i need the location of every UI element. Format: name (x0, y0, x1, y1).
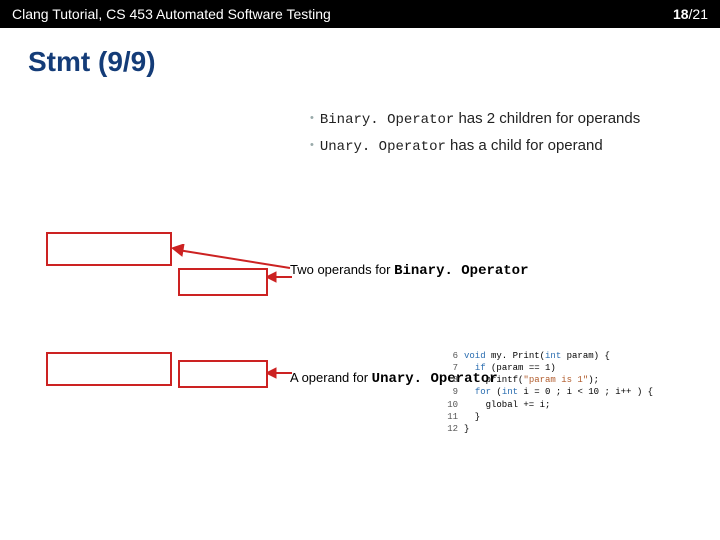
arrow-icon (266, 270, 294, 284)
code-line: 6void my. Print(int param) { (440, 350, 653, 362)
code-line: 10 global += i; (440, 399, 653, 411)
label-two-operands: Two operands for Binary. Operator (290, 262, 528, 279)
header-page-total: /21 (689, 6, 708, 22)
header-title: Clang Tutorial, CS 453 Automated Softwar… (12, 6, 673, 22)
label-two-b: Binary. Operator (394, 263, 528, 279)
bullet-2-class: Unary. Operator (320, 139, 446, 155)
arrow-icon (172, 244, 292, 272)
bullet-1-class: Binary. Operator (320, 112, 454, 128)
bullet-1: • Binary. Operator has 2 children for op… (310, 108, 720, 131)
code-line: 7 if (param == 1) (440, 362, 653, 374)
slide-header: Clang Tutorial, CS 453 Automated Softwar… (0, 0, 720, 28)
bullet-dot-icon: • (310, 112, 314, 124)
code-block: 6void my. Print(int param) { 7 if (param… (440, 350, 653, 435)
code-line: 8 printf("param is 1"); (440, 374, 653, 386)
highlight-box (46, 232, 172, 266)
highlight-box (178, 268, 268, 296)
bullet-dot-icon: • (310, 139, 314, 151)
code-line: 11 } (440, 411, 653, 423)
highlight-box (178, 360, 268, 388)
label-two-a: Two operands for (290, 262, 394, 277)
highlight-box (46, 352, 172, 386)
code-line: 12} (440, 423, 653, 435)
bullet-list: • Binary. Operator has 2 children for op… (310, 108, 720, 157)
header-page-num: 18 (673, 6, 689, 22)
bullet-2: • Unary. Operator has a child for operan… (310, 135, 720, 158)
slide-title: Stmt (9/9) (0, 28, 720, 88)
code-line: 9 for (int i = 0 ; i < 10 ; i++ ) { (440, 386, 653, 398)
arrow-icon (266, 366, 294, 380)
label-one-a: A operand for (290, 370, 372, 385)
bullet-2-text: has a child for operand (446, 137, 603, 154)
bullet-1-text: has 2 children for operands (454, 110, 640, 127)
